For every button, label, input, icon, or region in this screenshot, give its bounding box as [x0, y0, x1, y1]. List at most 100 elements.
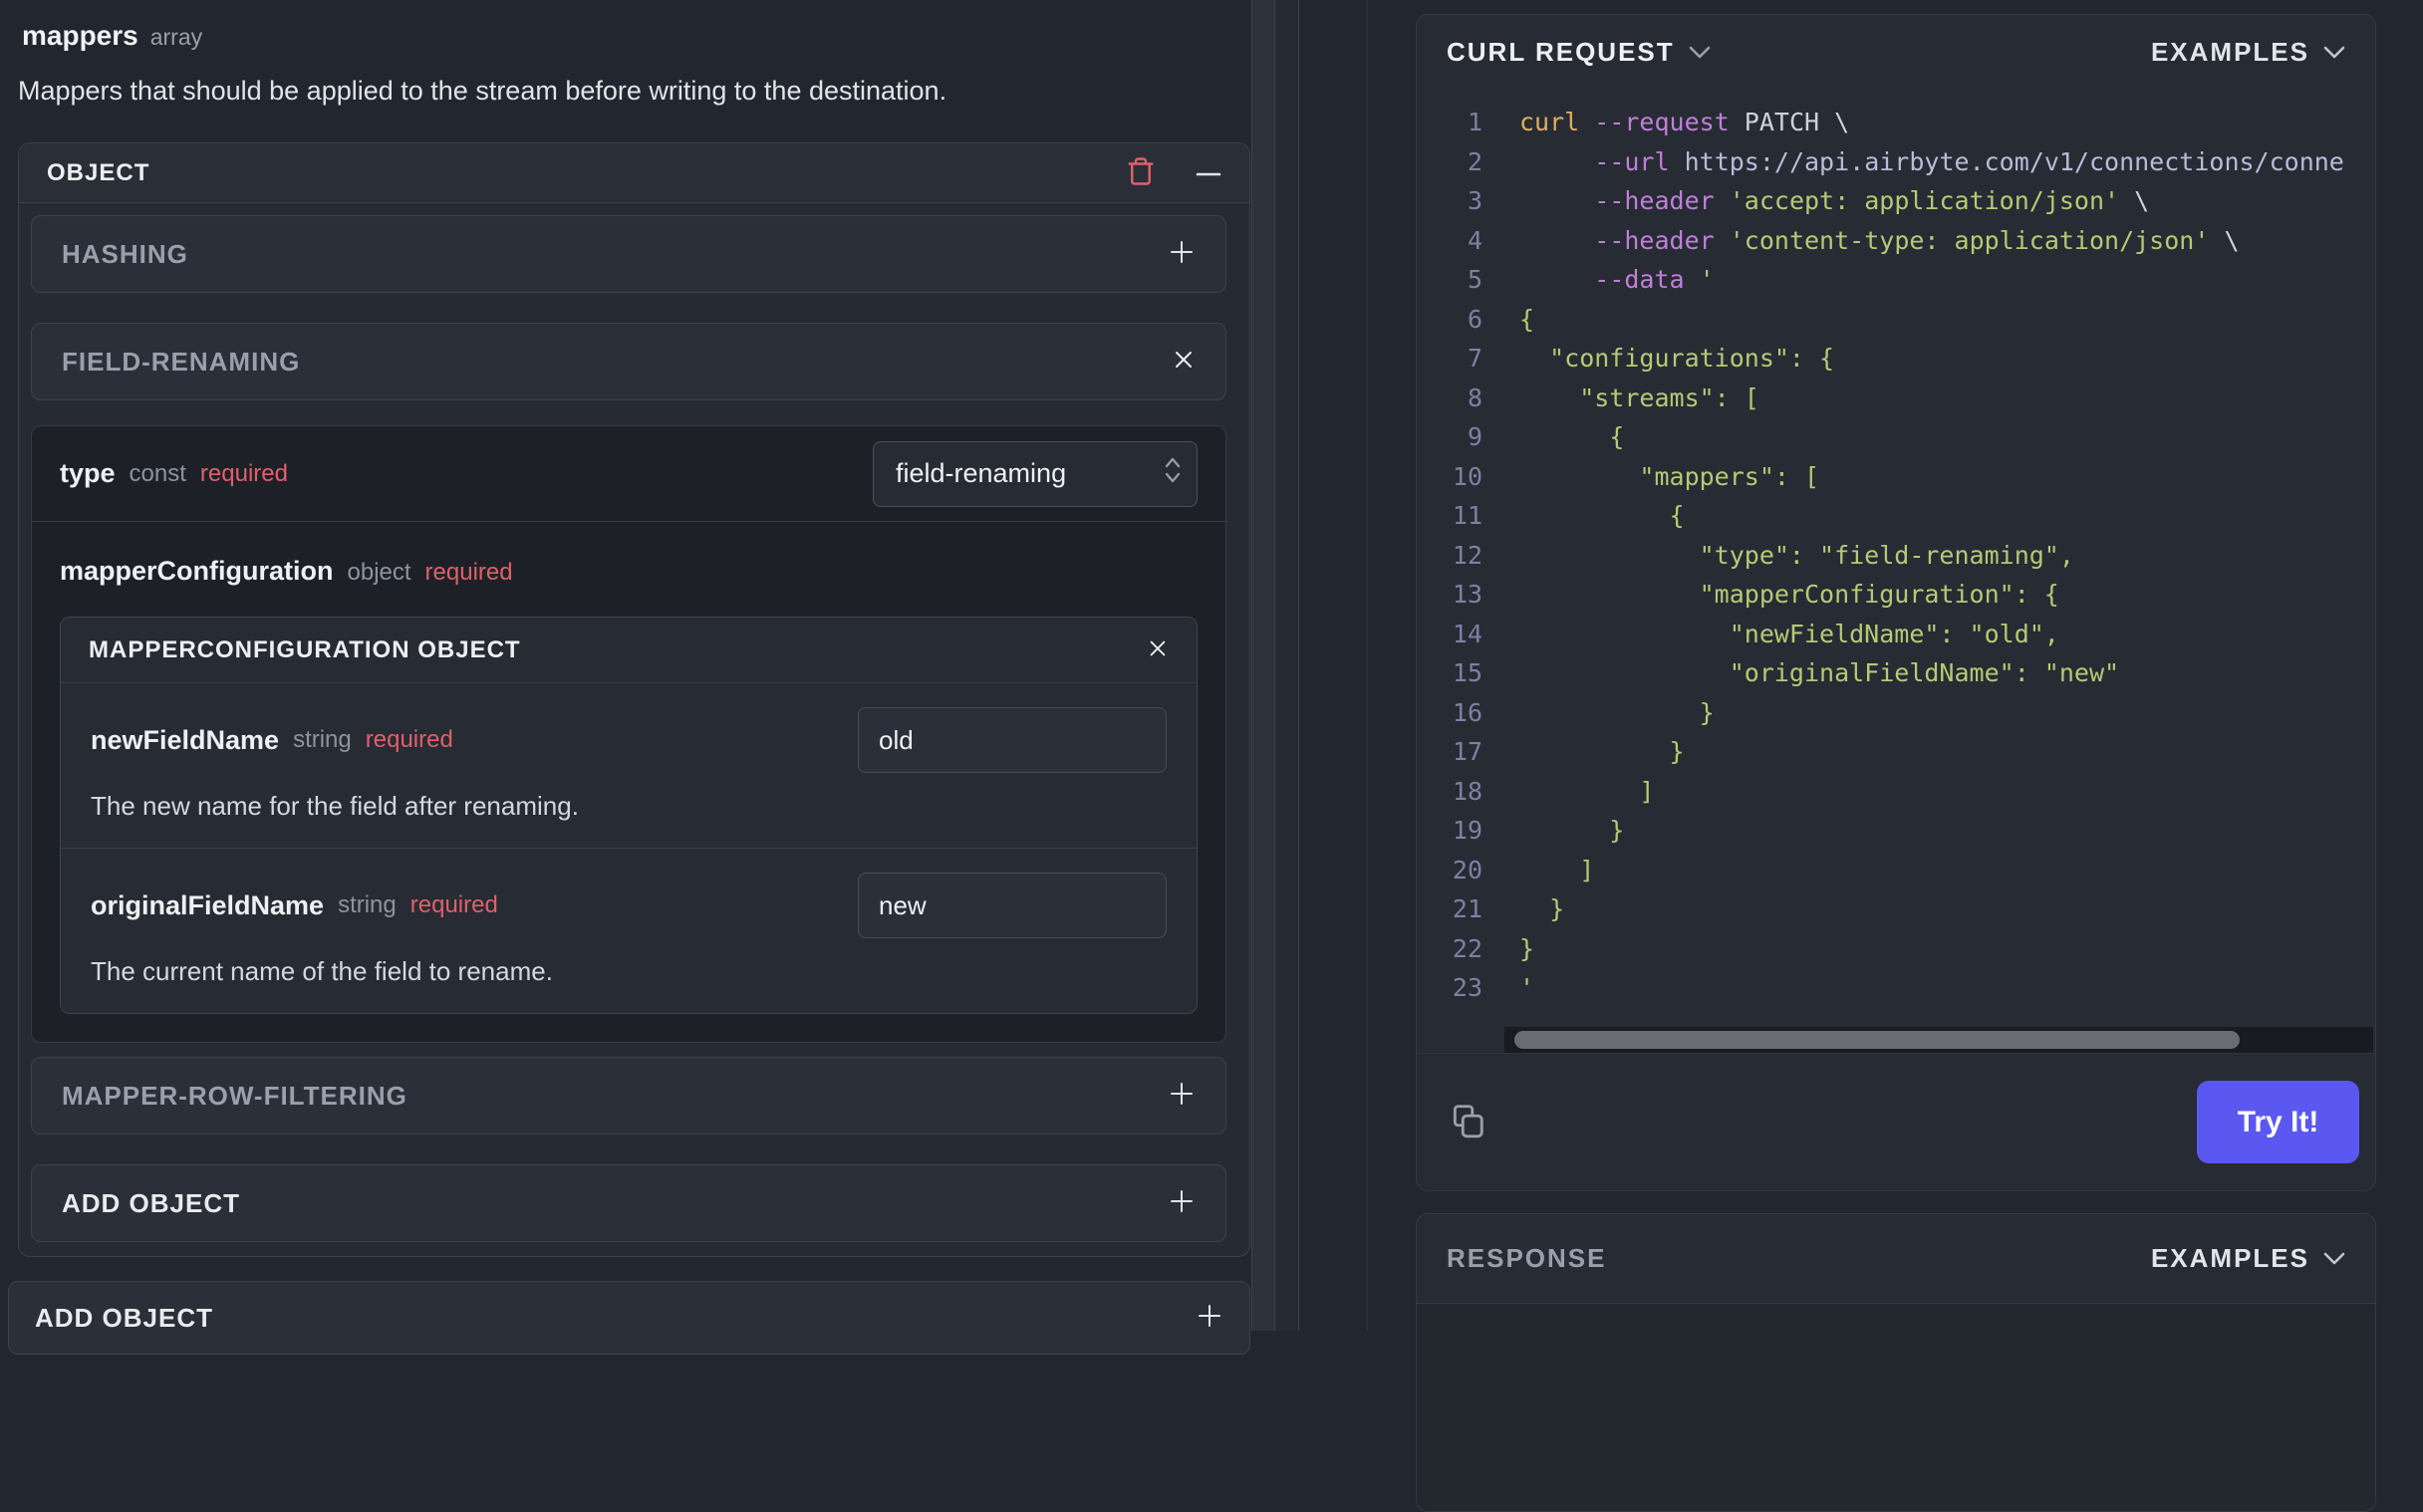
code-line: 15 "originalFieldName": "new" [1417, 653, 2375, 693]
examples-dropdown[interactable]: EXAMPLES [2151, 1243, 2345, 1274]
code-area: 1 curl --request PATCH \ 2 --url https://a… [1417, 89, 2375, 1053]
code-line: 6{ [1417, 300, 2375, 340]
add-object-outer-button[interactable]: ADD OBJECT [8, 1281, 1250, 1355]
type-select-value: field-renaming [896, 458, 1067, 488]
mapper-configuration-required-badge: required [424, 559, 513, 586]
line-number: 23 [1452, 973, 1482, 1003]
line-number: 16 [1452, 697, 1482, 727]
new-field-name-description: The new name for the field after renamin… [91, 791, 579, 821]
object-card: OBJECT HASHING FIELD-RENAMING type const… [18, 142, 1250, 1257]
code-line: 3 --header 'accept: application/json' \ [1417, 181, 2375, 221]
line-number: 7 [1467, 344, 1482, 374]
line-number: 2 [1467, 146, 1482, 176]
original-field-name-description: The current name of the field to rename. [91, 956, 553, 986]
type-field-name: type [60, 458, 116, 488]
code-line: 19 } [1417, 811, 2375, 851]
examples-label: EXAMPLES [2150, 1243, 2309, 1273]
response-body [1417, 1304, 2375, 1511]
line-number: 8 [1467, 382, 1482, 412]
code-line: 12 "type": "field-renaming", [1417, 536, 2375, 576]
code-block: 1 curl --request PATCH \ 2 --url https://a… [1417, 103, 2375, 1008]
original-field-name-row: originalFieldName string required The cu… [61, 848, 1197, 1013]
horizontal-scrollbar-thumb[interactable] [1514, 1031, 2240, 1049]
plus-icon [1168, 1187, 1196, 1220]
section-mapper-row-filtering-label: MAPPER-ROW-FILTERING [62, 1080, 407, 1111]
original-field-name-label: originalFieldName [91, 889, 325, 920]
chevron-down-icon [2323, 1252, 2345, 1265]
select-chevrons-icon [1163, 454, 1183, 493]
code-line: 11 { [1417, 496, 2375, 536]
section-hashing-label: HASHING [62, 238, 188, 269]
line-number: 14 [1452, 619, 1482, 648]
original-field-name-input[interactable] [858, 873, 1167, 938]
mapper-configuration-panel-header: MAPPERCONFIGURATION OBJECT [61, 618, 1197, 683]
code-line: 18 ] [1417, 772, 2375, 812]
original-field-name-kind: string [338, 891, 397, 918]
line-number: 5 [1467, 265, 1482, 295]
new-field-name-label: newFieldName [91, 724, 280, 755]
code-line: 22} [1417, 929, 2375, 969]
code-line: 4 --header 'content-type: application/js… [1417, 221, 2375, 261]
new-field-name-row: newFieldName string required The new nam… [61, 683, 1197, 848]
field-type: array [149, 24, 203, 50]
line-number: 21 [1452, 894, 1482, 924]
code-line: 14 "newFieldName": "old", [1417, 615, 2375, 654]
line-number: 1 [1467, 108, 1482, 137]
line-number: 11 [1452, 501, 1482, 531]
plus-icon [1168, 238, 1196, 271]
section-hashing[interactable]: HASHING [31, 215, 1226, 293]
line-number: 19 [1452, 816, 1482, 846]
type-field-required-badge: required [199, 459, 288, 487]
type-select[interactable]: field-renaming [873, 440, 1198, 507]
curl-request-title[interactable]: CURL REQUEST [1447, 37, 1675, 68]
line-number: 15 [1452, 658, 1482, 688]
code-line: 16 } [1417, 693, 2375, 733]
examples-label: EXAMPLES [2150, 36, 2309, 67]
copy-icon [1449, 1102, 1486, 1142]
code-line: 21 } [1417, 889, 2375, 929]
line-number: 20 [1452, 855, 1482, 884]
horizontal-scrollbar[interactable] [1504, 1027, 2373, 1053]
delete-object-button[interactable] [1126, 155, 1156, 190]
add-object-inner-button[interactable]: ADD OBJECT [31, 1164, 1226, 1242]
vertical-scrollbar[interactable] [1251, 0, 1275, 1331]
object-card-title: OBJECT [47, 158, 150, 186]
code-line: 2 --url https://api.airbyte.com/v1/conne… [1417, 142, 2375, 182]
field-title-row: mappers array [22, 20, 1251, 52]
line-number: 12 [1452, 540, 1482, 570]
line-number: 4 [1467, 225, 1482, 255]
code-line: 8 "streams": [ [1417, 378, 2375, 418]
code-line: 7 "configurations": { [1417, 339, 2375, 378]
chevron-down-icon [2323, 46, 2345, 59]
section-field-renaming[interactable]: FIELD-RENAMING [31, 323, 1226, 400]
try-it-button[interactable]: Try It! [2197, 1081, 2359, 1163]
section-field-renaming-label: FIELD-RENAMING [62, 346, 301, 377]
type-field-kind: const [129, 459, 186, 487]
code-line: 10 "mappers": [ [1417, 457, 2375, 497]
field-name: mappers [22, 20, 138, 51]
new-field-name-input[interactable] [858, 707, 1167, 773]
close-mapper-configuration-button[interactable] [1147, 637, 1169, 662]
field-description: Mappers that should be applied to the st… [18, 76, 947, 106]
section-mapper-row-filtering[interactable]: MAPPER-ROW-FILTERING [31, 1057, 1226, 1134]
code-line: 13 "mapperConfiguration": { [1417, 575, 2375, 615]
examples-dropdown[interactable]: EXAMPLES [2151, 37, 2345, 68]
mapper-configuration-panel-title: MAPPERCONFIGURATION OBJECT [89, 635, 521, 663]
column-divider [1275, 0, 1299, 1331]
code-line: 1 curl --request PATCH \ [1417, 103, 2375, 142]
field-renaming-body: type const required field-renaming mappe… [31, 425, 1226, 1043]
plus-icon [1196, 1302, 1223, 1335]
line-number: 22 [1452, 933, 1482, 963]
object-card-header: OBJECT [19, 143, 1249, 203]
new-field-name-kind: string [293, 726, 352, 753]
line-number: 18 [1452, 776, 1482, 806]
line-number: 9 [1467, 422, 1482, 452]
copy-code-button[interactable] [1449, 1102, 1486, 1142]
chevron-down-icon[interactable] [1689, 46, 1711, 59]
collapse-object-button[interactable] [1196, 165, 1221, 180]
schema-panel: mappers array Mappers that should be app… [0, 0, 1251, 1355]
mapper-configuration-name: mapperConfiguration [60, 556, 334, 586]
add-object-outer-label: ADD OBJECT [35, 1302, 214, 1333]
mapper-configuration-panel: MAPPERCONFIGURATION OBJECT newFieldName … [60, 617, 1198, 1014]
minus-icon [1196, 165, 1221, 180]
